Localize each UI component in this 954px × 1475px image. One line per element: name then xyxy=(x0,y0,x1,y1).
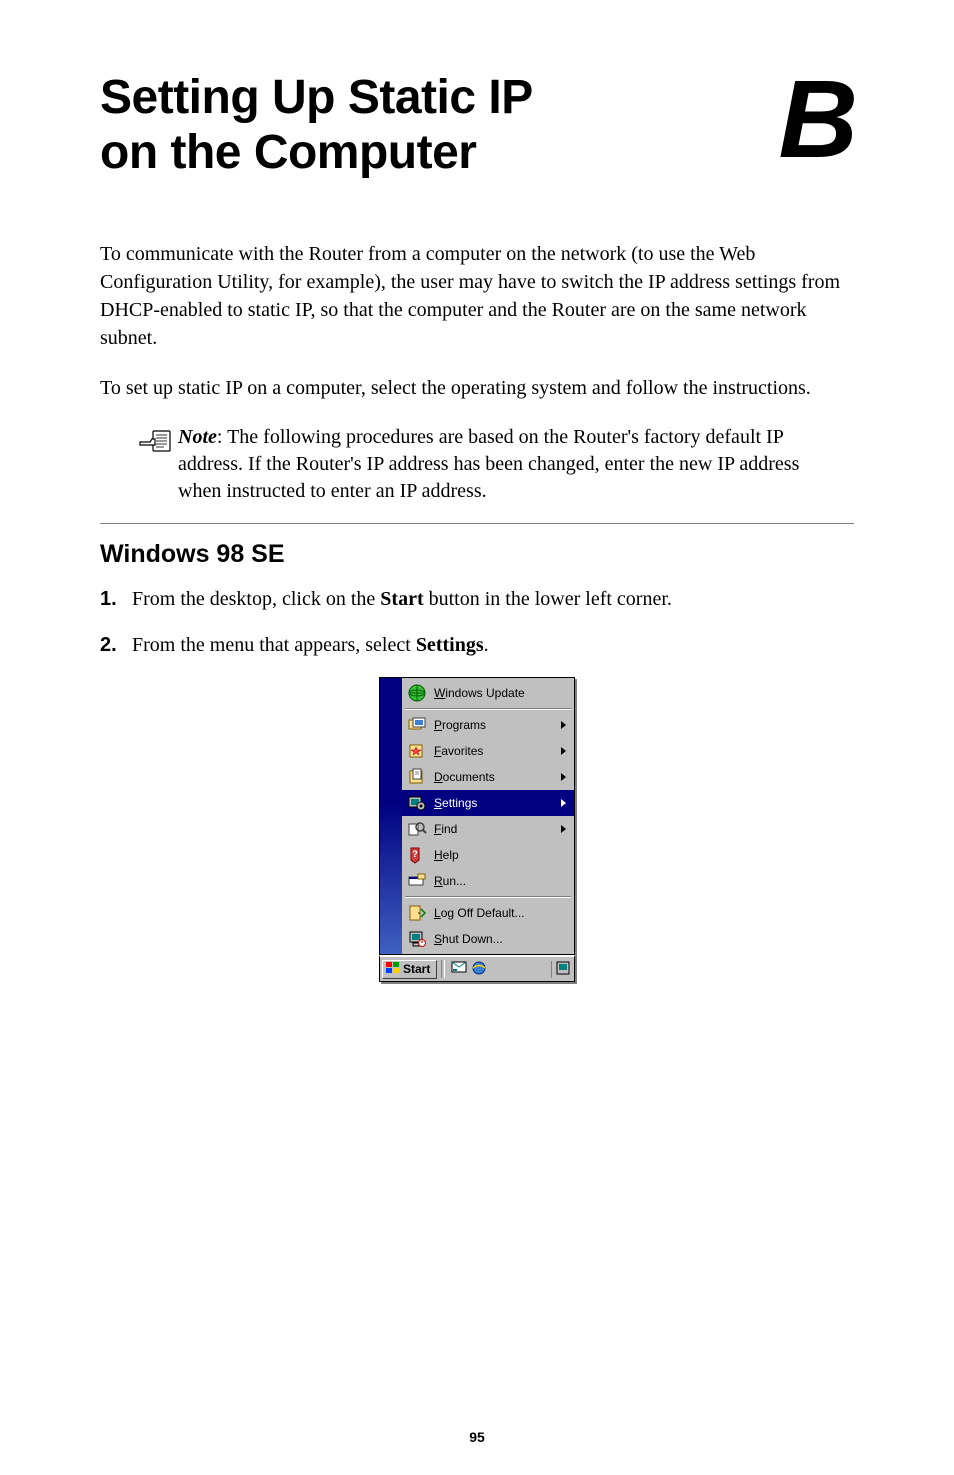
start-menu-item-log-off-default[interactable]: Log Off Default... xyxy=(402,900,574,926)
start-menu-item-help[interactable]: ? Help xyxy=(402,842,574,868)
note-hand-icon xyxy=(138,428,172,505)
submenu-arrow-icon xyxy=(561,825,566,833)
title-line-1: Setting Up Static IP xyxy=(100,71,533,124)
windows-logo-icon xyxy=(386,962,400,977)
title-line-2: on the Computer xyxy=(100,126,476,179)
start-menu-item-programs[interactable]: Programs xyxy=(402,712,574,738)
page-title: Setting Up Static IP on the Computer xyxy=(100,70,533,180)
start-menu: Windows98 Windows Update Programs Favorite… xyxy=(379,677,575,982)
start-button[interactable]: Start xyxy=(382,960,437,979)
step-2-post: . xyxy=(484,634,489,656)
menu-item-label: Settings xyxy=(434,796,555,810)
programs-icon xyxy=(406,714,428,736)
settings-icon xyxy=(406,792,428,814)
quicklaunch-ie-icon[interactable] xyxy=(471,960,487,979)
step-number: 1. xyxy=(100,585,132,613)
page-number: 95 xyxy=(0,1429,954,1445)
step-number: 2. xyxy=(100,631,132,659)
menu-item-label: Favorites xyxy=(434,744,555,758)
note-block: Note: The following procedures are based… xyxy=(138,424,854,505)
submenu-arrow-icon xyxy=(561,721,566,729)
svg-text:?: ? xyxy=(412,849,418,859)
section-rule xyxy=(100,523,854,524)
step-1: 1. From the desktop, click on the Start … xyxy=(100,585,854,613)
help-icon: ? xyxy=(406,844,428,866)
step-1-post: button in the lower left corner. xyxy=(424,588,672,610)
menu-item-label: Shut Down... xyxy=(434,932,566,946)
favorites-icon xyxy=(406,740,428,762)
step-1-bold: Start xyxy=(380,588,423,610)
taskbar-divider xyxy=(441,960,445,978)
intro-paragraph-1: To communicate with the Router from a co… xyxy=(100,240,854,352)
tray-icon[interactable] xyxy=(556,961,570,978)
start-menu-sidebar: Windows98 xyxy=(380,678,402,954)
start-menu-item-find[interactable]: Find xyxy=(402,816,574,842)
globe-icon xyxy=(406,682,428,704)
system-tray xyxy=(551,961,574,978)
menu-item-label: Find xyxy=(434,822,555,836)
run-icon xyxy=(406,870,428,892)
logoff-icon xyxy=(406,902,428,924)
menu-item-label: Documents xyxy=(434,770,555,784)
menu-separator xyxy=(405,708,571,710)
taskbar: Start xyxy=(379,955,575,982)
sidebar-text-bold: Windows xyxy=(362,870,381,948)
menu-item-label: Programs xyxy=(434,718,555,732)
start-label: Start xyxy=(403,962,430,976)
start-menu-item-run[interactable]: Run... xyxy=(402,868,574,894)
shutdown-icon xyxy=(406,928,428,950)
submenu-arrow-icon xyxy=(561,747,566,755)
appendix-letter: B xyxy=(779,70,854,169)
menu-item-label: Help xyxy=(434,848,566,862)
steps-list: 1. From the desktop, click on the Start … xyxy=(100,585,854,659)
subheading-win98: Windows 98 SE xyxy=(100,540,854,569)
start-menu-item-shut-down[interactable]: Shut Down... xyxy=(402,926,574,952)
submenu-arrow-icon xyxy=(561,799,566,807)
note-text: Note: The following procedures are based… xyxy=(178,424,804,505)
step-2-bold: Settings xyxy=(416,634,484,656)
start-menu-item-documents[interactable]: Documents xyxy=(402,764,574,790)
start-menu-item-favorites[interactable]: Favorites xyxy=(402,738,574,764)
note-body: : The following procedures are based on … xyxy=(178,426,799,502)
start-menu-item-settings[interactable]: Settings xyxy=(402,790,574,816)
sidebar-text-light: 98 xyxy=(362,851,381,871)
quicklaunch-desktop-icon[interactable] xyxy=(451,960,467,979)
intro-paragraph-2: To set up static IP on a computer, selec… xyxy=(100,374,854,402)
submenu-arrow-icon xyxy=(561,773,566,781)
menu-item-label: Windows Update xyxy=(434,686,566,700)
step-1-pre: From the desktop, click on the xyxy=(132,588,380,610)
step-2: 2. From the menu that appears, select Se… xyxy=(100,631,854,659)
step-2-pre: From the menu that appears, select xyxy=(132,634,416,656)
start-menu-item-windows-update[interactable]: Windows Update xyxy=(402,680,574,706)
note-label: Note xyxy=(178,426,217,448)
menu-item-label: Run... xyxy=(434,874,566,888)
menu-separator xyxy=(405,896,571,898)
documents-icon xyxy=(406,766,428,788)
find-icon xyxy=(406,818,428,840)
menu-item-label: Log Off Default... xyxy=(434,906,566,920)
